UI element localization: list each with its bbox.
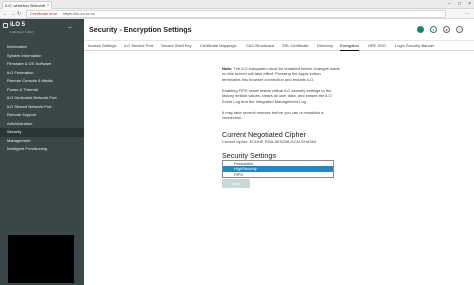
firmware-version: 1.30 Aug 17 2017 [10,30,34,34]
collapse-sidebar-icon[interactable]: ⇔ [67,25,73,31]
tab-close-icon[interactable]: × [47,1,49,8]
reconnect-note: It may take several minutes before you c… [222,110,324,121]
browser-title-bar: iLO: whitebox Bottom6 × – □ × [0,0,474,9]
sidebar-item-remote-support[interactable]: Remote Support [0,111,84,120]
browser-tab[interactable]: iLO: whitebox Bottom6 [2,1,52,9]
cipher-heading: Current Negotiated Cipher [222,130,306,139]
tab-ilo-service-port[interactable]: iLO Service Port [124,41,153,51]
tab-directory[interactable]: Directory [317,41,333,51]
forward-icon[interactable]: → [10,10,15,18]
sidebar: iLO 5 1.30 Aug 17 2017 ⇔ Information Sys… [0,19,84,285]
sidebar-item-remote-console[interactable]: Remote Console & Media [0,77,84,86]
tab-encryption[interactable]: Encryption [340,41,359,51]
address-bar: ← → ↻ Certificate error https://ilo-xx.x… [0,9,474,19]
current-cipher-value: ECDHE-RSA-AES256-GCM-SHA384 [249,139,317,144]
security-settings-heading: Security Settings [222,151,276,160]
restart-note: Note: The iLO subsystem must be restarte… [222,66,340,82]
page-title: Security - Encryption Settings [89,25,192,34]
current-cipher-row: Current cipher: ECDHE-RSA-AES256-GCM-SHA… [222,139,316,144]
mode-option-fips[interactable]: FIPS [223,172,333,177]
tab-bar: Access Settings iLO Service Port Secure … [84,41,474,51]
window-controls: – □ × [448,1,471,8]
sidebar-item-dedicated-network[interactable]: iLO Dedicated Network Port [0,94,84,103]
tab-login-security-banner[interactable]: Login Security Banner [395,41,434,51]
reload-icon[interactable]: ↻ [17,10,21,18]
fips-warning-text: Enabling FIPS mode resets critical iLO s… [222,88,332,104]
brand-title: iLO 5 [10,22,26,28]
minimize-icon[interactable]: – [448,1,451,8]
sidebar-item-firmware[interactable]: Firmware & OS Software [0,60,84,69]
tab-secure-shell-key[interactable]: Secure Shell Key [161,41,192,51]
nav-list: Information System Information Firmware … [0,43,84,154]
sidebar-item-ilo-federation[interactable]: iLO Federation [0,69,84,78]
security-mode-list[interactable]: Production HighSecurity FIPS [222,160,334,178]
browser-tab-title: iLO: whitebox Bottom6 [5,3,46,8]
sidebar-item-shared-network[interactable]: iLO Shared Network Port [0,103,84,112]
certificate-error-badge[interactable]: Certificate error [30,11,58,17]
close-window-icon[interactable]: × [468,1,471,8]
header-icons: ◐ ● ? [417,26,463,33]
back-icon[interactable]: ← [3,10,8,18]
tab-access-settings[interactable]: Access Settings [88,41,116,51]
sidebar-item-management[interactable]: Management [0,137,84,146]
tab-hpe-sso[interactable]: HPE SSO [368,41,386,51]
url-text: https://ilo-xx.xx.xx [63,11,95,16]
browser-menu-icon[interactable]: ⋯ [465,10,470,18]
sidebar-item-administration[interactable]: Administration [0,120,84,129]
sidebar-item-security[interactable]: Security [0,128,84,137]
tab-certificate-mappings[interactable]: Certificate Mappings [200,41,236,51]
health-status-icon[interactable] [417,26,424,33]
sidebar-item-intelligent-provisioning[interactable]: Intelligent Provisioning [0,145,84,154]
maximize-icon[interactable]: □ [458,1,461,8]
note-text: The iLO subsystem must be restarted befo… [222,66,340,82]
tab-ssl-certificate[interactable]: SSL Certificate [282,41,309,51]
note-label: Note: [222,66,233,71]
apply-button[interactable]: Apply [222,179,250,188]
hpe-logo-icon [3,23,8,28]
power-icon[interactable]: ◐ [430,26,437,33]
sidebar-item-power-thermal[interactable]: Power & Thermal [0,86,84,95]
page-header: Security - Encryption Settings ◐ ● ? [84,19,474,41]
url-field[interactable]: Certificate error https://ilo-xx.xx.xx [26,10,446,18]
help-icon[interactable]: ? [456,26,463,33]
user-icon[interactable]: ● [443,26,450,33]
sidebar-item-information[interactable]: Information [0,43,84,52]
tab-cac-smartcard[interactable]: CAC/Smartcard [246,41,274,51]
remote-console-thumbnail[interactable] [8,235,74,283]
current-cipher-label: Current cipher: [222,139,249,144]
sidebar-item-system-information[interactable]: System Information [0,52,84,61]
